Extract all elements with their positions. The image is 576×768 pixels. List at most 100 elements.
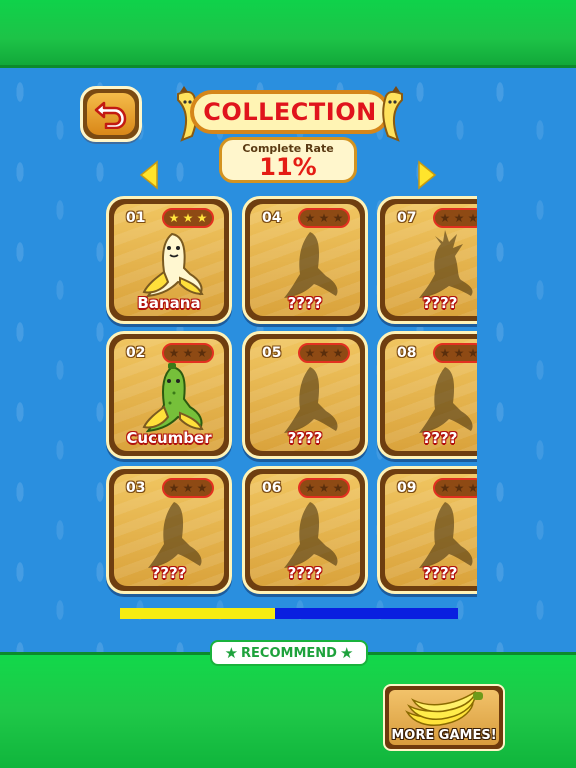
collection-card[interactable]: 05 ★ ★ ★???? bbox=[242, 331, 368, 459]
star-icon: ★ bbox=[168, 481, 180, 495]
collection-card[interactable]: 08 ★ ★ ★???? bbox=[377, 331, 477, 459]
card-face: 06 ★ ★ ★???? bbox=[250, 474, 360, 586]
card-number: 09 bbox=[397, 480, 417, 496]
banana-silhouette-icon bbox=[284, 232, 338, 298]
star-icon: ★ bbox=[196, 481, 208, 495]
star-rating: ★ ★ ★ bbox=[162, 208, 214, 228]
star-icon: ★ bbox=[332, 211, 344, 225]
back-button-face bbox=[87, 93, 135, 135]
star-icon: ★ bbox=[224, 644, 239, 662]
card-name: ???? bbox=[151, 564, 187, 582]
star-icon: ★ bbox=[304, 481, 316, 495]
cucumber-banana-icon bbox=[142, 363, 204, 433]
star-icon: ★ bbox=[339, 644, 354, 662]
card-face: 02 ★ ★ ★ Cucumber bbox=[114, 339, 224, 451]
banana-silhouette-icon bbox=[284, 502, 338, 568]
banana-silhouette-icon bbox=[419, 367, 473, 433]
star-icon: ★ bbox=[439, 211, 451, 225]
star-rating: ★ ★ ★ bbox=[433, 478, 477, 498]
star-icon: ★ bbox=[439, 346, 451, 360]
star-icon: ★ bbox=[182, 346, 194, 360]
star-icon: ★ bbox=[168, 211, 180, 225]
banana-silhouette-icon bbox=[148, 502, 202, 568]
card-name: ???? bbox=[287, 564, 323, 582]
card-face: 08 ★ ★ ★???? bbox=[385, 339, 477, 451]
card-number: 06 bbox=[262, 480, 282, 496]
star-icon: ★ bbox=[439, 481, 451, 495]
star-rating: ★ ★ ★ bbox=[433, 343, 477, 363]
star-icon: ★ bbox=[182, 481, 194, 495]
card-number: 05 bbox=[262, 345, 282, 361]
collection-card[interactable]: 09 ★ ★ ★???? bbox=[377, 466, 477, 594]
more-games-label: MORE GAMES! bbox=[391, 728, 497, 743]
back-button[interactable] bbox=[80, 86, 142, 142]
star-icon: ★ bbox=[196, 346, 208, 360]
banana-icon bbox=[142, 232, 204, 298]
triangle-left-icon[interactable] bbox=[139, 160, 159, 190]
star-icon: ★ bbox=[182, 211, 194, 225]
collection-card[interactable]: 06 ★ ★ ★???? bbox=[242, 466, 368, 594]
card-number: 07 bbox=[397, 210, 417, 226]
star-icon: ★ bbox=[467, 481, 477, 495]
triangle-right-icon[interactable] bbox=[417, 160, 437, 190]
card-name: ???? bbox=[287, 294, 323, 312]
star-rating: ★ ★ ★ bbox=[433, 208, 477, 228]
star-rating: ★ ★ ★ bbox=[298, 343, 350, 363]
collection-card[interactable]: 07 ★ ★ ★???? bbox=[377, 196, 477, 324]
star-icon: ★ bbox=[453, 346, 465, 360]
star-icon: ★ bbox=[304, 346, 316, 360]
pineapple-banana-silhouette-icon bbox=[419, 230, 473, 298]
star-rating: ★ ★ ★ bbox=[162, 478, 214, 498]
card-face: 07 ★ ★ ★???? bbox=[385, 204, 477, 316]
card-face: 04 ★ ★ ★???? bbox=[250, 204, 360, 316]
card-face: 01 ★ ★ ★ Banana bbox=[114, 204, 224, 316]
card-name: Cucumber bbox=[126, 429, 212, 447]
card-number: 03 bbox=[126, 480, 146, 496]
banana-silhouette-icon bbox=[284, 367, 338, 433]
recommend-header: ★ RECOMMEND ★ bbox=[210, 640, 368, 666]
scroll-progress-fill bbox=[120, 608, 276, 619]
title-area: COLLECTION bbox=[168, 86, 412, 142]
star-icon: ★ bbox=[453, 481, 465, 495]
star-icon: ★ bbox=[304, 211, 316, 225]
more-games-face: MORE GAMES! bbox=[389, 690, 499, 745]
title-banner: COLLECTION bbox=[190, 90, 390, 134]
star-icon: ★ bbox=[196, 211, 208, 225]
card-name: ???? bbox=[287, 429, 323, 447]
star-icon: ★ bbox=[318, 481, 330, 495]
star-icon: ★ bbox=[467, 346, 477, 360]
star-rating: ★ ★ ★ bbox=[298, 208, 350, 228]
complete-rate-box: Complete Rate 11% bbox=[219, 137, 357, 183]
recommend-label: RECOMMEND bbox=[241, 645, 337, 661]
card-number: 04 bbox=[262, 210, 282, 226]
card-number: 08 bbox=[397, 345, 417, 361]
star-icon: ★ bbox=[318, 211, 330, 225]
star-rating: ★ ★ ★ bbox=[298, 478, 350, 498]
star-rating: ★ ★ ★ bbox=[162, 343, 214, 363]
collection-grid: 01 ★ ★ ★ Banana 02 ★ ★ ★ Cucumber 03 ★ ★ ★???? 04 ★ ★ ★??… bbox=[106, 196, 477, 598]
card-face: 05 ★ ★ ★???? bbox=[250, 339, 360, 451]
star-icon: ★ bbox=[467, 211, 477, 225]
collection-card[interactable]: 01 ★ ★ ★ Banana bbox=[106, 196, 232, 324]
more-games-button[interactable]: MORE GAMES! bbox=[383, 684, 505, 751]
banana-silhouette-icon bbox=[419, 502, 473, 568]
card-name: ???? bbox=[422, 429, 458, 447]
star-icon: ★ bbox=[318, 346, 330, 360]
star-icon: ★ bbox=[453, 211, 465, 225]
collection-card[interactable]: 02 ★ ★ ★ Cucumber bbox=[106, 331, 232, 459]
scroll-progress-bar bbox=[120, 608, 458, 619]
card-name: Banana bbox=[137, 294, 201, 312]
card-face: 03 ★ ★ ★???? bbox=[114, 474, 224, 586]
collection-card[interactable]: 03 ★ ★ ★???? bbox=[106, 466, 232, 594]
star-icon: ★ bbox=[332, 346, 344, 360]
card-number: 01 bbox=[126, 210, 146, 226]
top-bar bbox=[0, 0, 576, 68]
back-arrow-icon bbox=[94, 101, 127, 129]
card-face: 09 ★ ★ ★???? bbox=[385, 474, 477, 586]
title-banana-right-icon bbox=[382, 86, 403, 142]
card-number: 02 bbox=[126, 345, 146, 361]
collection-card[interactable]: 04 ★ ★ ★???? bbox=[242, 196, 368, 324]
star-icon: ★ bbox=[168, 346, 180, 360]
page-title: COLLECTION bbox=[203, 98, 377, 126]
card-name: ???? bbox=[422, 294, 458, 312]
